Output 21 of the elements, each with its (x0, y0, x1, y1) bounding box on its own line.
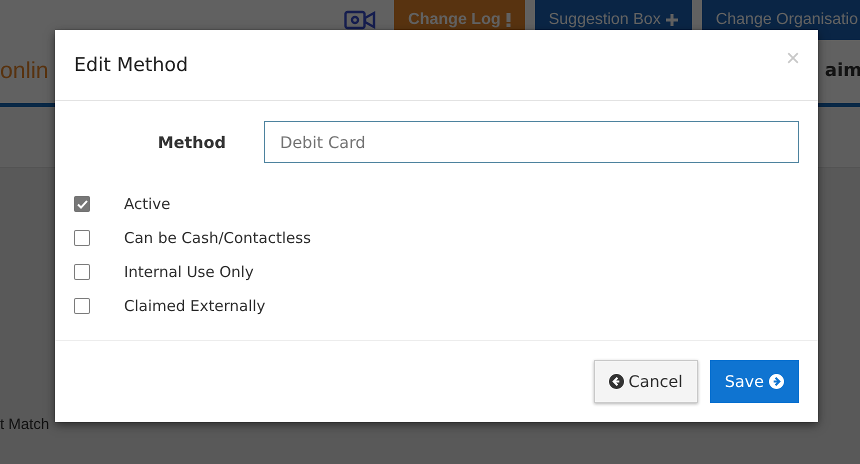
checkbox[interactable] (74, 196, 90, 212)
right-arrow-circle-icon (769, 374, 784, 389)
cancel-button[interactable]: Cancel (594, 360, 698, 403)
field-label: Method (156, 132, 226, 152)
exclamation-icon (506, 13, 511, 27)
checkbox[interactable] (74, 264, 90, 280)
close-button[interactable]: × (786, 47, 800, 71)
left-arrow-circle-icon (608, 374, 624, 389)
checkbox[interactable] (74, 230, 90, 246)
plus-icon (666, 14, 678, 26)
checkbox-label: Can be Cash/Contactless (124, 229, 311, 247)
checkbox[interactable] (74, 298, 90, 314)
checkbox-label: Internal Use Only (124, 263, 254, 281)
checkbox-label: Active (124, 195, 170, 213)
logo[interactable]: onlin (0, 56, 49, 84)
table-cell: t Match (0, 416, 50, 433)
video-camera-icon[interactable] (344, 10, 376, 30)
checkbox-label: Claimed Externally (124, 297, 266, 315)
method-field[interactable]: Debit Card (264, 121, 799, 163)
dialog-title: Edit Method (74, 54, 188, 76)
save-button[interactable]: Save (710, 360, 799, 403)
